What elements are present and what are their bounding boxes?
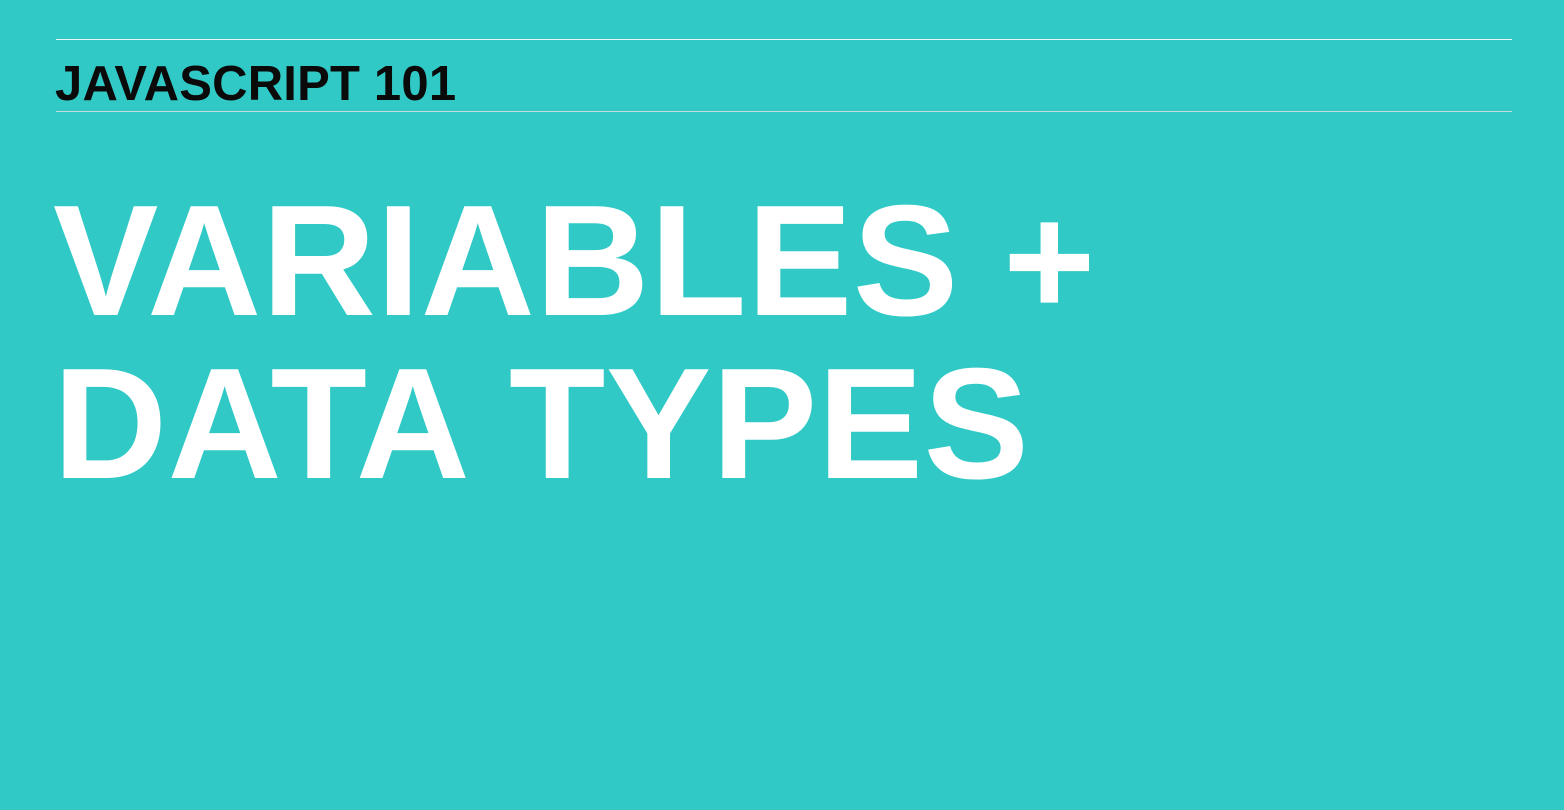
- slide: JAVASCRIPT 101 VARIABLES + DATA TYPES: [0, 0, 1564, 810]
- slide-title: VARIABLES + DATA TYPES: [53, 173, 1096, 512]
- top-divider: [56, 39, 1512, 40]
- course-label: JAVASCRIPT 101: [55, 57, 457, 111]
- bottom-divider: [56, 111, 1512, 112]
